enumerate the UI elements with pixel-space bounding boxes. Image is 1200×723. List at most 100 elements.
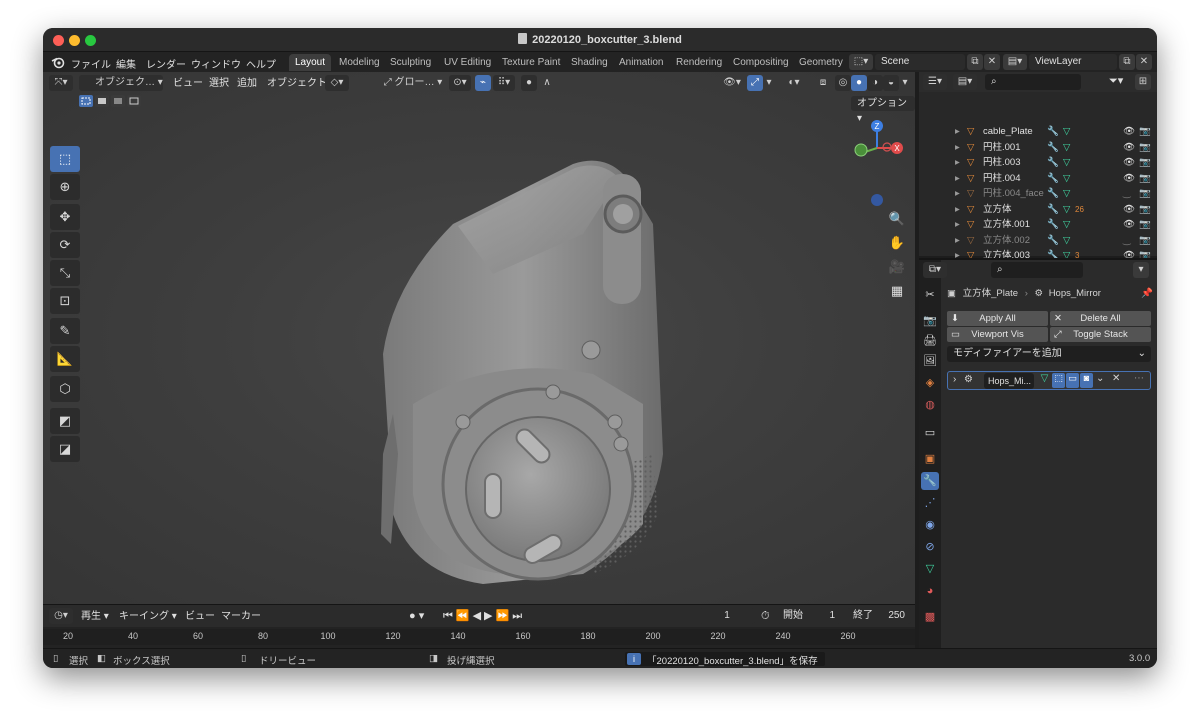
current-frame-field[interactable]: 1	[699, 608, 755, 624]
physics-properties-icon[interactable]: ◉	[921, 516, 939, 534]
menu-window[interactable]: ウィンドウ	[191, 56, 241, 71]
pan-view-icon[interactable]: ✋	[885, 232, 909, 254]
render-toggle-icon[interactable]: ◙	[1080, 373, 1093, 388]
gizmo-menu-icon[interactable]: ▾	[763, 75, 775, 91]
modifier-icon[interactable]: 🔧	[1047, 186, 1059, 201]
proportional-edit-icon[interactable]: ●	[521, 75, 537, 91]
timeline-menu-keying[interactable]: キーイング ▾	[119, 609, 177, 624]
blender-logo-icon[interactable]	[51, 55, 65, 69]
navigation-gizmo[interactable]: Z X	[851, 118, 907, 214]
render-camera-icon[interactable]: 📷	[1139, 217, 1151, 232]
perspective-toggle-icon[interactable]: ▦	[885, 280, 909, 302]
viewport-menu-object[interactable]: オブジェクト	[267, 76, 327, 91]
gizmo-toggle-icon[interactable]: ⤢	[747, 75, 763, 91]
mesh-data-icon[interactable]: ▽	[1063, 202, 1070, 217]
mesh-data-icon[interactable]: ▽	[1063, 217, 1070, 232]
tool-properties-icon[interactable]: ✂	[921, 286, 939, 304]
menu-render[interactable]: レンダー	[146, 56, 186, 71]
toggle-stack-button[interactable]: ⤢ Toggle Stack	[1050, 327, 1151, 342]
expand-arrow-icon[interactable]: ▸	[955, 233, 960, 248]
edit-mode-toggle-icon[interactable]: ▽	[1038, 373, 1051, 388]
select-box-tool-icon[interactable]: ⬚	[50, 146, 80, 172]
visibility-eye-icon[interactable]: 👁	[1123, 124, 1135, 139]
3d-model[interactable]	[353, 154, 673, 584]
mode-dropdown[interactable]: オブジェク… ▾	[79, 75, 163, 91]
falloff-icon[interactable]: ∧	[539, 75, 555, 91]
auto-keying-icon[interactable]: ● ▾	[409, 609, 424, 624]
visibility-eye-icon[interactable]: 👁	[1123, 202, 1135, 217]
render-camera-icon[interactable]: 📷	[1139, 171, 1151, 186]
pivot-point-icon[interactable]: ⊙▾	[449, 75, 471, 91]
move-tool-icon[interactable]: ✥	[50, 204, 80, 230]
options-dropdown[interactable]: オプション ▾	[851, 96, 915, 124]
material-properties-icon[interactable]: ◕	[921, 582, 939, 600]
render-camera-icon[interactable]: 📷	[1139, 155, 1151, 170]
tab-shading[interactable]: Shading	[565, 54, 614, 71]
particles-properties-icon[interactable]: ⋰	[921, 494, 939, 512]
modifier-icon[interactable]: 🔧	[1047, 124, 1059, 139]
modifier-menu-icon[interactable]: ⌄	[1096, 373, 1104, 384]
outliner[interactable]: ☰▾ ▤▾ ⌕ ⏷▾ ⊞ ▸ ▽ cable_Plate 🔧 ▽ 👁 📷 ▸ ▽ 円柱.001 🔧 ▽…	[919, 72, 1157, 277]
overlay-icon[interactable]: ◐▾	[781, 75, 807, 91]
wireframe-shading-icon[interactable]: ◎	[835, 75, 851, 91]
properties-editor-icon[interactable]: ⧉▾	[923, 262, 947, 278]
playback-controls[interactable]: ⏮⏪◀▶⏩⏭	[443, 609, 525, 624]
add-cube-tool-icon[interactable]: ⬡	[50, 376, 80, 402]
measure-tool-icon[interactable]: 📐	[50, 346, 80, 372]
filter-icon[interactable]: ⏷▾	[1109, 74, 1123, 89]
tab-uv-editing[interactable]: UV Editing	[438, 54, 497, 71]
mesh-data-icon[interactable]: ▽	[1063, 171, 1070, 186]
modifier-panel[interactable]: › ⚙ Hops_Mi... ▽ ⬚ ▭ ◙ ⌄ ✕ ⋯	[947, 371, 1151, 390]
mesh-data-icon[interactable]: ▽	[1063, 186, 1070, 201]
snap-target-icon[interactable]: ⠿▾	[493, 75, 515, 91]
expand-arrow-icon[interactable]: ▸	[955, 171, 960, 186]
expand-arrow-icon[interactable]: ▸	[955, 155, 960, 170]
rotate-tool-icon[interactable]: ⟳	[50, 232, 80, 258]
editor-type-icon[interactable]: ⤧▾	[49, 75, 73, 91]
menu-help[interactable]: ヘルプ	[246, 56, 276, 71]
apply-all-button[interactable]: ⬇ Apply All	[947, 311, 1048, 326]
world-properties-icon[interactable]: ◍	[921, 396, 939, 414]
scene-selector-icon[interactable]: ⬚▾	[849, 54, 873, 70]
outliner-row[interactable]: ▸ ▽ 円柱.004 🔧 ▽ 👁 📷	[919, 171, 1151, 186]
visibility-eye-icon[interactable]: 👁	[1123, 155, 1135, 170]
texture-properties-icon[interactable]: ▩	[921, 608, 939, 626]
pin-icon[interactable]: 📌	[1141, 286, 1153, 302]
visibility-eye-icon[interactable]: ‿	[1123, 186, 1131, 201]
viewport-menu-select[interactable]: 選択	[209, 76, 229, 91]
timeline[interactable]: ◷▾ 再生 ▾ キーイング ▾ ビュー マーカー ● ▾ ⏮⏪◀▶⏩⏭ 1 ⏱ …	[43, 604, 915, 648]
visibility-eye-icon[interactable]: ‿	[1123, 233, 1131, 248]
properties-search-input[interactable]: ⌕	[991, 262, 1083, 278]
timeline-menu-marker[interactable]: マーカー	[221, 609, 261, 624]
remove-modifier-icon[interactable]: ✕	[1112, 373, 1120, 384]
visibility-icon[interactable]: 👁▾	[719, 75, 745, 91]
outliner-row[interactable]: ▸ ▽ 円柱.001 🔧 ▽ 👁 📷	[919, 140, 1151, 155]
tab-compositing[interactable]: Compositing	[727, 54, 795, 71]
timeline-ruler[interactable]: 20 40 60 80 100 120 140 160 180 200 220 …	[43, 629, 915, 645]
zoom-view-icon[interactable]: 🔍	[885, 208, 909, 230]
xray-toggle-icon[interactable]: ⧈	[815, 75, 831, 91]
transform-tool-icon[interactable]: ⊡	[50, 288, 80, 314]
copy-scene-icon[interactable]: ⧉	[967, 54, 983, 70]
data-properties-icon[interactable]: ▽	[921, 560, 939, 578]
mesh-data-icon[interactable]: ▽	[1063, 233, 1070, 248]
tab-modeling[interactable]: Modeling	[333, 54, 386, 71]
visibility-eye-icon[interactable]: 👁	[1123, 217, 1135, 232]
tab-layout[interactable]: Layout	[289, 54, 332, 71]
cage-toggle-icon[interactable]: ⬚	[1052, 373, 1065, 388]
modifier-icon[interactable]: 🔧	[1047, 171, 1059, 186]
outliner-row[interactable]: ▸ ▽ 円柱.003 🔧 ▽ 👁 📷	[919, 155, 1151, 170]
display-mode-icon[interactable]: ▤▾	[953, 74, 977, 90]
view-layer-field[interactable]: ViewLayer	[1029, 54, 1117, 70]
view-layer-icon[interactable]: ▤▾	[1003, 54, 1027, 70]
timeline-editor-icon[interactable]: ◷▾	[49, 608, 73, 624]
cursor-tool-icon[interactable]: ⊕	[50, 174, 80, 200]
expand-arrow-icon[interactable]: ▸	[955, 217, 960, 232]
render-camera-icon[interactable]: 📷	[1139, 186, 1151, 201]
modifier-name-field[interactable]: Hops_Mi...	[984, 373, 1034, 389]
outliner-row[interactable]: ▸ ▽ 立方体.001 🔧 ▽ 👁 📷	[919, 217, 1151, 232]
annotate-tool-icon[interactable]: ✎	[50, 318, 80, 344]
modifier-icon[interactable]: 🔧	[1047, 140, 1059, 155]
shading-menu-icon[interactable]: ▾	[899, 75, 911, 91]
snap-toggle-icon[interactable]: ⌁	[475, 75, 491, 91]
